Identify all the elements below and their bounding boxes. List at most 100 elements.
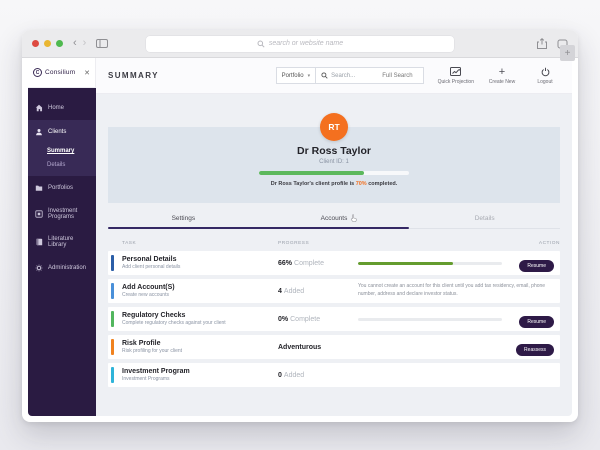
task-progress-bar <box>358 317 502 321</box>
book-icon <box>36 238 43 246</box>
row-accent-bar <box>111 283 114 299</box>
task-title: Add Account(S) <box>122 283 175 291</box>
task-title: Regulatory Checks <box>122 311 186 319</box>
client-banner: RT Dr Ross Taylor Client ID: 1 Dr Ross T… <box>108 113 560 203</box>
window-controls <box>32 40 63 47</box>
client-name: Dr Ross Taylor <box>297 145 371 157</box>
programs-icon <box>35 210 43 218</box>
sidebar-menu: Home Clients Summary Details Portfolios <box>28 88 96 416</box>
main-panel: SUMMARY Portfolio ▾ Search... Full Searc… <box>96 58 572 416</box>
table-row-add-accounts[interactable]: Add Account(S) Create new accounts 4 Adde… <box>108 279 560 303</box>
sidebar-item-investment-programs[interactable]: Investment Programs <box>28 200 96 228</box>
sidebar-item-summary[interactable]: Summary <box>28 144 96 158</box>
task-subtitle: Investment Programs <box>122 376 170 383</box>
share-icon[interactable] <box>537 38 547 49</box>
profile-completion-caption: Dr Ross Taylor's client profile is 70% c… <box>270 181 398 187</box>
resume-button[interactable]: Resume <box>519 260 554 273</box>
new-tab-button[interactable]: + <box>560 45 575 61</box>
create-new-button[interactable]: + Create New <box>487 65 517 85</box>
search-icon <box>257 40 265 48</box>
tab-bar: Settings Accounts Details <box>108 214 560 229</box>
page-title: SUMMARY <box>108 71 159 80</box>
table-row-personal-details[interactable]: Personal Details Add client personal det… <box>108 251 560 275</box>
task-subtitle: Create new accounts <box>122 292 169 299</box>
sidebar: C Consilium ✕ Home Clients Summary Detai… <box>28 58 96 416</box>
profile-progress-bar <box>259 171 409 175</box>
profile-progress-fill <box>259 171 364 175</box>
completion-percent: 70% <box>355 181 367 187</box>
address-bar[interactable]: search or website name <box>145 34 455 53</box>
task-progress-value: 4 Added <box>278 287 305 295</box>
zoom-window-button[interactable] <box>56 40 63 47</box>
search-input[interactable]: Search... Full Search <box>316 72 422 79</box>
row-accent-bar <box>111 255 114 271</box>
task-progress-value: 66% Complete <box>278 259 324 267</box>
app-logo: C Consilium ✕ <box>28 58 96 88</box>
app-viewport: C Consilium ✕ Home Clients Summary Detai… <box>28 58 572 416</box>
folder-icon <box>35 185 43 191</box>
tab-settings[interactable]: Settings <box>108 215 259 222</box>
table-row-investment-program[interactable]: Investment Program Investment Programs 0… <box>108 363 560 387</box>
gear-icon <box>35 264 43 272</box>
tab-details[interactable]: Details <box>409 215 560 222</box>
task-title: Risk Profile <box>122 339 161 347</box>
task-subtitle: Risk profiling for your client <box>122 348 183 355</box>
sidebar-item-clients[interactable]: Clients <box>28 120 96 144</box>
forward-icon[interactable]: › <box>83 38 87 49</box>
sidebar-section-clients: Clients Summary Details <box>28 120 96 176</box>
task-subtitle: Add client personal details <box>122 264 181 271</box>
task-progress-bar <box>358 261 502 265</box>
table-row-risk-profile[interactable]: Risk Profile Risk profiling for your cli… <box>108 335 560 359</box>
browser-window: ‹ › search or website name + C Consilium… <box>22 30 578 422</box>
consilium-logo-icon: C <box>33 68 42 77</box>
chevron-down-icon: ▾ <box>307 72 311 79</box>
close-window-button[interactable] <box>32 40 39 47</box>
sidebar-toggle-icon[interactable] <box>96 39 109 48</box>
tab-active-indicator <box>108 227 410 229</box>
search-icon <box>321 72 328 79</box>
row-accent-bar <box>111 367 114 383</box>
hand-cursor-icon <box>351 214 357 222</box>
sidebar-item-details[interactable]: Details <box>28 158 96 172</box>
task-title: Personal Details <box>122 255 177 263</box>
app-logo-text: Consilium <box>45 69 76 76</box>
page-header: SUMMARY Portfolio ▾ Search... Full Searc… <box>96 58 572 94</box>
quick-projection-button[interactable]: Quick Projection <box>438 67 474 85</box>
tab-accounts[interactable]: Accounts <box>259 214 410 222</box>
logout-button[interactable]: Logout <box>530 67 560 85</box>
table-row-regulatory-checks[interactable]: Regulatory Checks Complete regulatory ch… <box>108 307 560 331</box>
client-id: Client ID: 1 <box>319 159 349 165</box>
header-actions: Quick Projection + Create New Logout <box>438 65 560 85</box>
task-note: You cannot create an account for this cl… <box>358 283 546 297</box>
reassess-button[interactable]: Reassess <box>516 344 554 357</box>
scope-select[interactable]: Portfolio ▾ <box>277 68 317 83</box>
clients-icon <box>36 129 42 136</box>
back-icon[interactable]: ‹ <box>73 38 77 49</box>
sidebar-item-portfolios[interactable]: Portfolios <box>28 176 96 200</box>
minimize-window-button[interactable] <box>44 40 51 47</box>
task-title: Investment Program <box>122 367 190 375</box>
sidebar-item-administration[interactable]: Administration <box>28 256 96 280</box>
projection-chart-icon <box>450 67 462 77</box>
column-progress: PROGRESS <box>278 241 310 246</box>
address-bar-placeholder: search or website name <box>268 40 344 47</box>
row-accent-bar <box>111 339 114 355</box>
resume-button[interactable]: Resume <box>519 316 554 329</box>
column-task: TASK <box>122 241 137 246</box>
search-placeholder: Search... <box>331 72 356 79</box>
task-subtitle: Complete regulatory checks against your … <box>122 320 226 327</box>
power-icon <box>541 67 550 77</box>
browser-chrome: ‹ › search or website name + <box>22 30 578 61</box>
desktop-background: ‹ › search or website name + C Consilium… <box>0 0 600 450</box>
task-progress-value: Adventurous <box>278 343 322 351</box>
client-avatar: RT <box>320 113 348 141</box>
task-progress-value: 0 Added <box>278 371 305 379</box>
sidebar-close-icon[interactable]: ✕ <box>84 69 90 77</box>
search-group: Portfolio ▾ Search... Full Search <box>275 67 424 84</box>
task-progress-fill <box>358 261 454 265</box>
plus-icon: + <box>498 65 506 78</box>
table-header: TASK PROGRESS ACTION <box>108 229 560 251</box>
sidebar-item-home[interactable]: Home <box>28 96 96 120</box>
full-search-link[interactable]: Full Search <box>382 73 417 79</box>
sidebar-item-literature-library[interactable]: Literature Library <box>28 228 96 256</box>
